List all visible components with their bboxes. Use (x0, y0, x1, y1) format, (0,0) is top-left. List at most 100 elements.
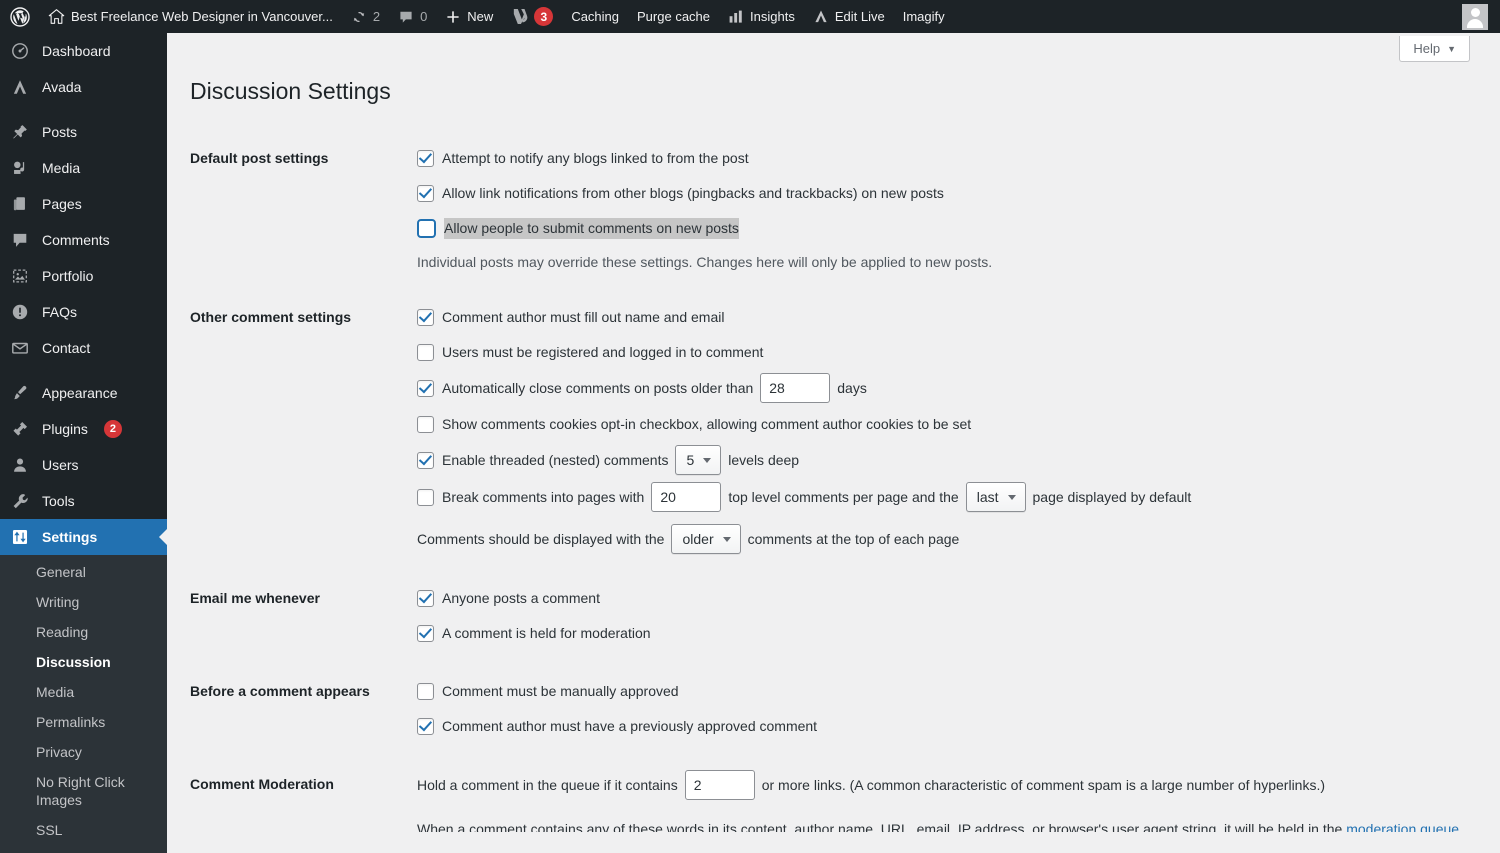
submenu-item-general[interactable]: General (0, 557, 167, 587)
row-label: Email me whenever (190, 590, 320, 606)
sidebar-item-contact[interactable]: Contact (0, 330, 167, 366)
checkbox-label[interactable]: Show comments cookies opt-in checkbox, a… (442, 414, 971, 435)
checkbox-moderation-notify[interactable] (417, 624, 434, 642)
wordpress-logo-button[interactable] (0, 0, 39, 33)
top-level-comments-label: top level comments per page and the (728, 488, 959, 505)
close-comments-days-input[interactable] (760, 373, 831, 403)
imagify-menu[interactable]: Imagify (894, 0, 954, 33)
help-toggle-button[interactable]: Help ▼ (1399, 36, 1470, 62)
updates-menu[interactable]: 2 (342, 0, 389, 33)
checkbox-label[interactable]: Users must be registered and logged in t… (442, 342, 763, 363)
paintbrush-icon (10, 383, 30, 403)
checkbox-label[interactable]: Allow people to submit comments on new p… (444, 217, 739, 239)
checkbox-label[interactable]: Anyone posts a comment (442, 588, 600, 609)
setting-comment-registration: Users must be registered and logged in t… (417, 338, 1490, 366)
checkbox-page-comments[interactable] (417, 488, 434, 506)
moderation-queue-link[interactable]: moderation queue (1346, 821, 1459, 832)
home-icon (48, 8, 65, 25)
sidebar-item-portfolio[interactable]: Portfolio (0, 258, 167, 294)
sidebar-item-faqs[interactable]: FAQs (0, 294, 167, 330)
submenu-item-permalinks[interactable]: Permalinks (0, 707, 167, 737)
setting-comments-notify: Anyone posts a comment (417, 584, 1490, 612)
sidebar-item-comments[interactable]: Comments (0, 222, 167, 258)
admin-sidebar-menu: Dashboard Avada Posts Media Pages Commen… (0, 33, 167, 853)
row-other-comment-settings: Other comment settings Comment author mu… (167, 288, 1500, 569)
comments-menu[interactable]: 0 (389, 0, 436, 33)
checkbox-label[interactable]: Comment author must fill out name and em… (442, 307, 724, 328)
purge-cache-label: Purge cache (637, 9, 711, 24)
checkbox-close-comments-for-old-posts[interactable] (417, 379, 434, 397)
thread-depth-select[interactable]: 5 (675, 445, 722, 475)
submenu-item-discussion[interactable]: Discussion (0, 647, 167, 677)
checkbox-label[interactable]: Allow link notifications from other blog… (442, 183, 944, 204)
comment-icon (10, 230, 30, 250)
sidebar-item-label: FAQs (42, 304, 78, 320)
checkbox-default-ping-status[interactable] (417, 184, 434, 202)
media-icon (10, 158, 30, 178)
caching-menu[interactable]: Caching (562, 0, 628, 33)
setting-default-pingback-flag: Attempt to notify any blogs linked to fr… (417, 144, 1490, 172)
settings-submenu: General Writing Reading Discussion Media… (0, 555, 167, 853)
sidebar-item-media[interactable]: Media (0, 150, 167, 186)
checkbox-thread-comments[interactable] (417, 451, 434, 469)
checkbox-label[interactable]: Attempt to notify any blogs linked to fr… (442, 148, 749, 169)
sidebar-item-label: Contact (42, 340, 91, 356)
default-comments-page-select[interactable]: last (965, 482, 1026, 512)
comments-top-label: comments at the top of each page (747, 530, 960, 547)
row-email-me-whenever: Email me whenever Anyone posts a comment… (167, 569, 1500, 662)
checkbox-show-comments-cookies-optin[interactable] (417, 415, 434, 433)
comment-order-select[interactable]: older (671, 524, 741, 554)
row-fields: Anyone posts a comment A comment is held… (397, 569, 1500, 662)
checkbox-comment-previously-approved[interactable] (417, 717, 434, 735)
submenu-item-ssl[interactable]: SSL (0, 815, 167, 845)
checkbox-label[interactable]: Comment must be manually approved (442, 681, 679, 702)
edit-live-menu[interactable]: Edit Live (804, 0, 894, 33)
sidebar-item-pages[interactable]: Pages (0, 186, 167, 222)
sidebar-item-avada[interactable]: Avada (0, 69, 167, 105)
submenu-item-privacy[interactable]: Privacy (0, 737, 167, 767)
wrench-icon (10, 491, 30, 511)
sidebar-item-tools[interactable]: Tools (0, 483, 167, 519)
checkbox-default-comment-status[interactable] (417, 218, 436, 238)
new-content-menu[interactable]: New (436, 0, 502, 33)
setting-close-comments-for-old-posts: Automatically close comments on posts ol… (417, 373, 1490, 403)
checkbox-comment-moderation[interactable] (417, 682, 434, 700)
sidebar-item-label: Media (42, 160, 81, 176)
checkbox-label[interactable]: Break comments into pages with (442, 487, 644, 508)
setting-comment-max-links: Hold a comment in the queue if it contai… (417, 770, 1490, 800)
checkbox-require-name-email[interactable] (417, 308, 434, 326)
sidebar-item-settings[interactable]: Settings (0, 519, 167, 555)
yoast-seo-menu[interactable]: 3 (502, 0, 562, 33)
sidebar-item-appearance[interactable]: Appearance (0, 375, 167, 411)
submenu-item-no-right-click-images[interactable]: No Right Click Images (0, 767, 167, 815)
checkbox-comment-registration[interactable] (417, 343, 434, 361)
checkbox-label[interactable]: A comment is held for moderation (442, 623, 651, 644)
moderation-keys-description: When a comment contains any of these wor… (417, 818, 1490, 832)
setting-require-name-email: Comment author must fill out name and em… (417, 303, 1490, 331)
insights-label: Insights (750, 9, 795, 24)
comment-max-links-input[interactable] (684, 770, 755, 800)
submenu-item-media[interactable]: Media (0, 677, 167, 707)
insights-menu[interactable]: Insights (719, 0, 804, 33)
submenu-item-writing[interactable]: Writing (0, 587, 167, 617)
pages-icon (10, 194, 30, 214)
avatar[interactable] (1462, 4, 1488, 30)
sidebar-item-users[interactable]: Users (0, 447, 167, 483)
sidebar-item-plugins[interactable]: Plugins 2 (0, 411, 167, 447)
purge-cache-menu[interactable]: Purge cache (628, 0, 719, 33)
checkbox-default-pingback-flag[interactable] (417, 149, 434, 167)
checkbox-label[interactable]: Comment author must have a previously ap… (442, 716, 817, 737)
row-label: Before a comment appears (190, 683, 370, 699)
checkbox-label[interactable]: Enable threaded (nested) comments (442, 450, 668, 471)
checkbox-label[interactable]: Automatically close comments on posts ol… (442, 378, 753, 399)
setting-comment-moderation: Comment must be manually approved (417, 677, 1490, 705)
comments-per-page-input[interactable] (651, 482, 722, 512)
sidebar-item-posts[interactable]: Posts (0, 114, 167, 150)
avatar-body (1467, 19, 1483, 28)
chevron-down-icon (722, 536, 731, 542)
submenu-item-reading[interactable]: Reading (0, 617, 167, 647)
site-name-menu[interactable]: Best Freelance Web Designer in Vancouver… (39, 0, 342, 33)
checkbox-comments-notify[interactable] (417, 589, 434, 607)
sidebar-item-dashboard[interactable]: Dashboard (0, 33, 167, 69)
row-fields: Attempt to notify any blogs linked to fr… (397, 129, 1500, 288)
